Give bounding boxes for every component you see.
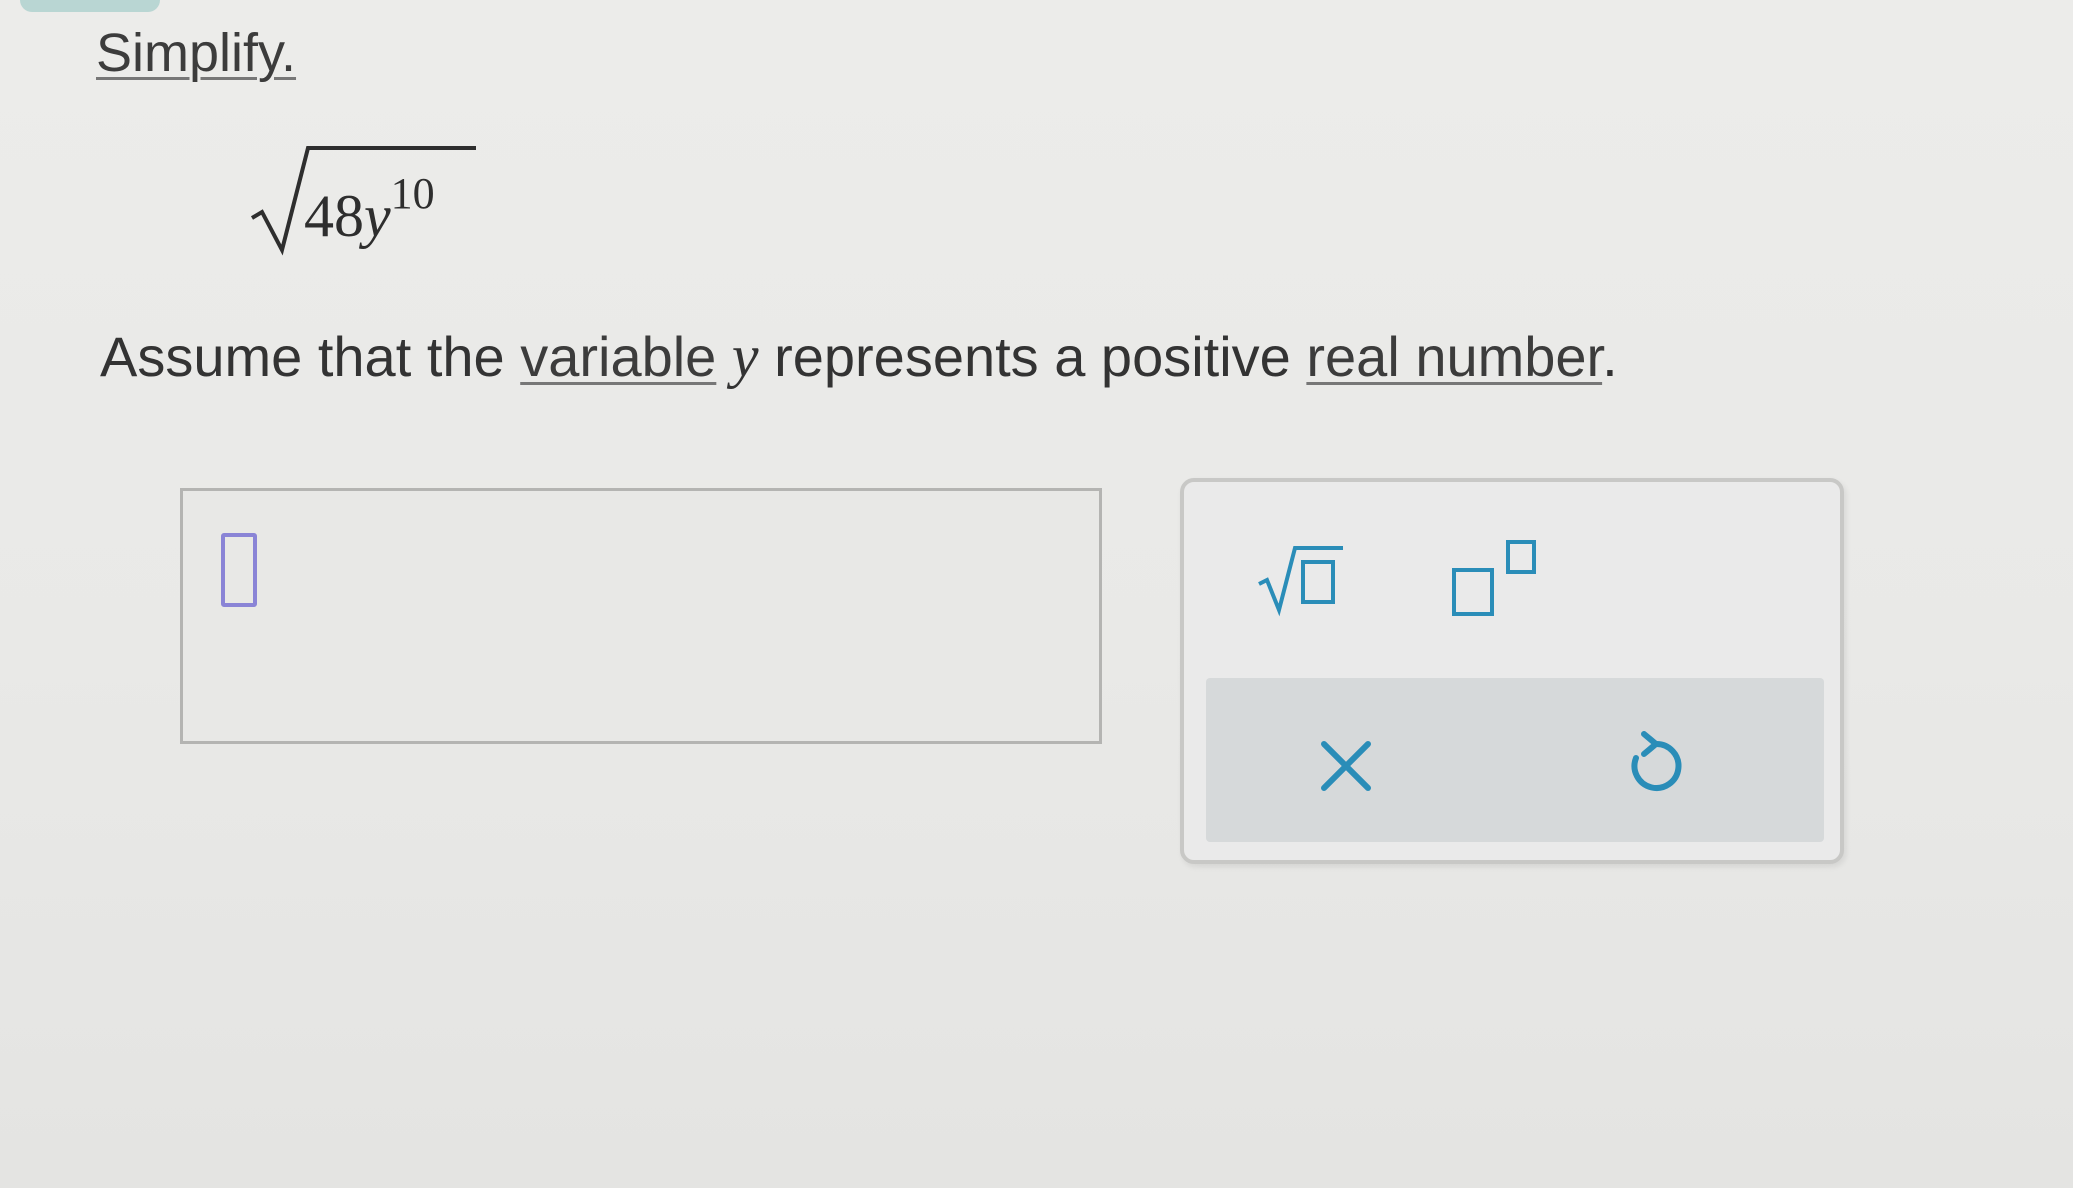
- exponent-button[interactable]: [1444, 532, 1554, 622]
- real-number-link[interactable]: real number: [1306, 325, 1602, 388]
- clear-x-icon: [1321, 741, 1371, 791]
- exponent-icon: [1452, 540, 1536, 616]
- assumption-part-2: represents a positive: [758, 325, 1307, 388]
- undo-icon: [1631, 731, 1682, 791]
- coefficient: 48: [304, 183, 364, 249]
- assumption-part-1: Assume that the: [100, 325, 521, 388]
- square-root-button[interactable]: [1249, 532, 1359, 622]
- radical-expression: 48y10: [248, 138, 488, 258]
- square-root-icon: [1258, 546, 1343, 617]
- exponent: 10: [390, 169, 435, 218]
- variable-y: y: [364, 183, 391, 249]
- top-tab-edge: [20, 0, 160, 12]
- assumption-period: .: [1602, 325, 1618, 388]
- assumption-text: Assume that the variable y represents a …: [100, 322, 1618, 391]
- simplify-link[interactable]: Simplify.: [96, 23, 296, 83]
- math-keypad: [1180, 478, 1844, 864]
- instruction-text: Simplify.: [96, 22, 296, 84]
- variable-y-inline: y: [731, 323, 759, 389]
- clear-button[interactable]: [1296, 718, 1396, 808]
- radicand: 48y10: [304, 169, 435, 251]
- keypad-action-bar: [1206, 678, 1824, 842]
- variable-link[interactable]: variable: [520, 325, 716, 388]
- undo-button[interactable]: [1606, 718, 1706, 808]
- input-placeholder-box: [221, 533, 257, 607]
- answer-input[interactable]: [180, 488, 1102, 744]
